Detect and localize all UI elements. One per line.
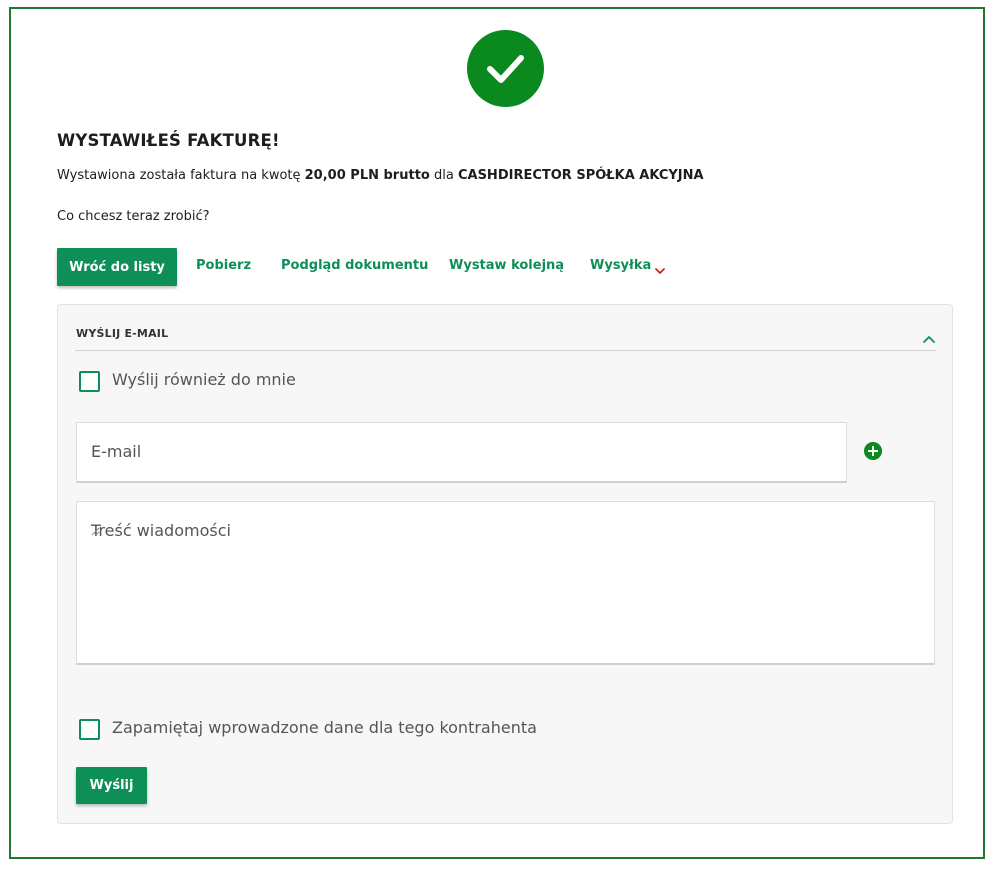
download-link[interactable]: Pobierz [196,258,251,273]
chevron-up-icon[interactable] [922,329,936,348]
panel-divider [75,350,936,351]
plus-circle-icon[interactable] [864,442,882,460]
chevron-down-icon[interactable] [654,260,666,279]
remember-data-label: Zapamiętaj wprowadzone dane dla tego kon… [112,718,537,737]
invoice-summary: Wystawiona została faktura na kwotę 20,0… [57,168,704,183]
email-panel-heading: WYŚLIJ E-MAIL [76,327,169,340]
message-textarea[interactable]: Treść wiadomości [76,501,935,665]
send-to-me-checkbox[interactable] [79,371,100,392]
send-button[interactable]: Wyślij [76,767,147,804]
next-step-question: Co chcesz teraz zrobić? [57,209,210,224]
shipping-dropdown[interactable]: Wysyłka [590,258,651,273]
remember-data-checkbox[interactable] [79,719,100,740]
confirmation-frame: WYSTAWIŁEŚ FAKTURĘ! Wystawiona została f… [9,7,985,859]
preview-document-link[interactable]: Podgląd dokumentu [281,258,428,273]
client-name: CASHDIRECTOR SPÓŁKA AKCYJNA [457,168,704,183]
summary-prefix: Wystawiona została faktura na kwotę [57,168,301,183]
invoice-amount: 20,00 PLN brutto [304,168,430,183]
email-field[interactable]: E-mail [76,422,847,483]
email-panel: WYŚLIJ E-MAIL Wyślij również do mnie E-m… [57,304,953,824]
back-to-list-button[interactable]: Wróć do listy [57,248,177,286]
issue-next-link[interactable]: Wystaw kolejną [449,258,564,273]
check-circle-icon [467,30,544,107]
send-to-me-label: Wyślij również do mnie [112,370,296,389]
email-placeholder: E-mail [91,442,142,461]
page-title: WYSTAWIŁEŚ FAKTURĘ! [57,131,280,150]
resize-handle-icon[interactable] [91,521,932,661]
summary-mid: dla [433,168,454,183]
